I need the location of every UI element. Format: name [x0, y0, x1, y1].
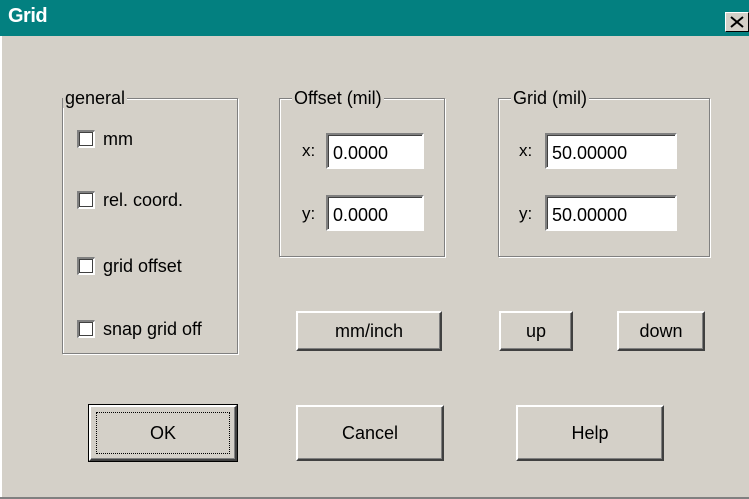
offset-x-value: 0.0000 [333, 143, 389, 163]
offset-y-label: y: [302, 204, 316, 223]
ok-label: OK [149, 423, 176, 443]
up-label: up [525, 321, 547, 341]
mm-checkbox[interactable] [77, 130, 95, 148]
title-bar: Grid [0, 0, 749, 36]
help-label: Help [571, 423, 609, 443]
grid-offset-option[interactable]: grid offset [77, 256, 217, 278]
window-title: Grid [8, 5, 48, 27]
down-label: down [639, 321, 683, 341]
offset-y-value: 0.0000 [333, 205, 389, 225]
help-button[interactable]: Help [516, 405, 664, 461]
offset-legend: Offset (mil) [292, 88, 384, 108]
up-button[interactable]: up [499, 311, 573, 351]
grid-x-value: 50.00000 [552, 143, 628, 163]
offset-y-input[interactable]: 0.0000 [326, 195, 424, 231]
mm-inch-button[interactable]: mm/inch [296, 311, 442, 351]
grid-offset-label: grid offset [103, 256, 182, 276]
ok-button[interactable]: OK [88, 404, 238, 462]
offset-x-input[interactable]: 0.0000 [326, 133, 424, 169]
snap-grid-off-checkbox[interactable] [77, 320, 95, 338]
rel-coord-option[interactable]: rel. coord. [77, 190, 217, 212]
close-icon [730, 16, 744, 28]
general-legend: general [63, 88, 128, 108]
offset-group: Offset (mil) x: 0.0000 y: 0.0000 [279, 88, 445, 257]
snap-grid-off-label: snap grid off [103, 319, 202, 339]
grid-legend: Grid (mil) [511, 88, 589, 108]
mm-option[interactable]: mm [77, 129, 187, 151]
offset-x-label: x: [302, 141, 316, 160]
cancel-label: Cancel [341, 423, 399, 443]
grid-offset-checkbox[interactable] [77, 257, 95, 275]
mm-inch-label: mm/inch [334, 321, 403, 341]
general-group: general mm rel. coord. grid offset snap … [62, 88, 238, 354]
snap-grid-off-option[interactable]: snap grid off [77, 319, 227, 341]
grid-group: Grid (mil) x: 50.00000 y: 50.00000 [498, 88, 710, 257]
grid-x-input[interactable]: 50.00000 [545, 133, 677, 169]
grid-y-value: 50.00000 [552, 205, 628, 225]
down-button[interactable]: down [617, 311, 705, 351]
rel-coord-checkbox[interactable] [77, 191, 95, 209]
cancel-button[interactable]: Cancel [296, 405, 444, 461]
window-frame-left [0, 36, 2, 499]
mm-label: mm [103, 129, 133, 149]
ok-focus-rect [96, 412, 230, 454]
grid-y-label: y: [519, 204, 533, 223]
grid-x-label: x: [519, 141, 533, 160]
close-button[interactable] [725, 12, 749, 32]
rel-coord-label: rel. coord. [103, 190, 184, 210]
grid-y-input[interactable]: 50.00000 [545, 195, 677, 231]
